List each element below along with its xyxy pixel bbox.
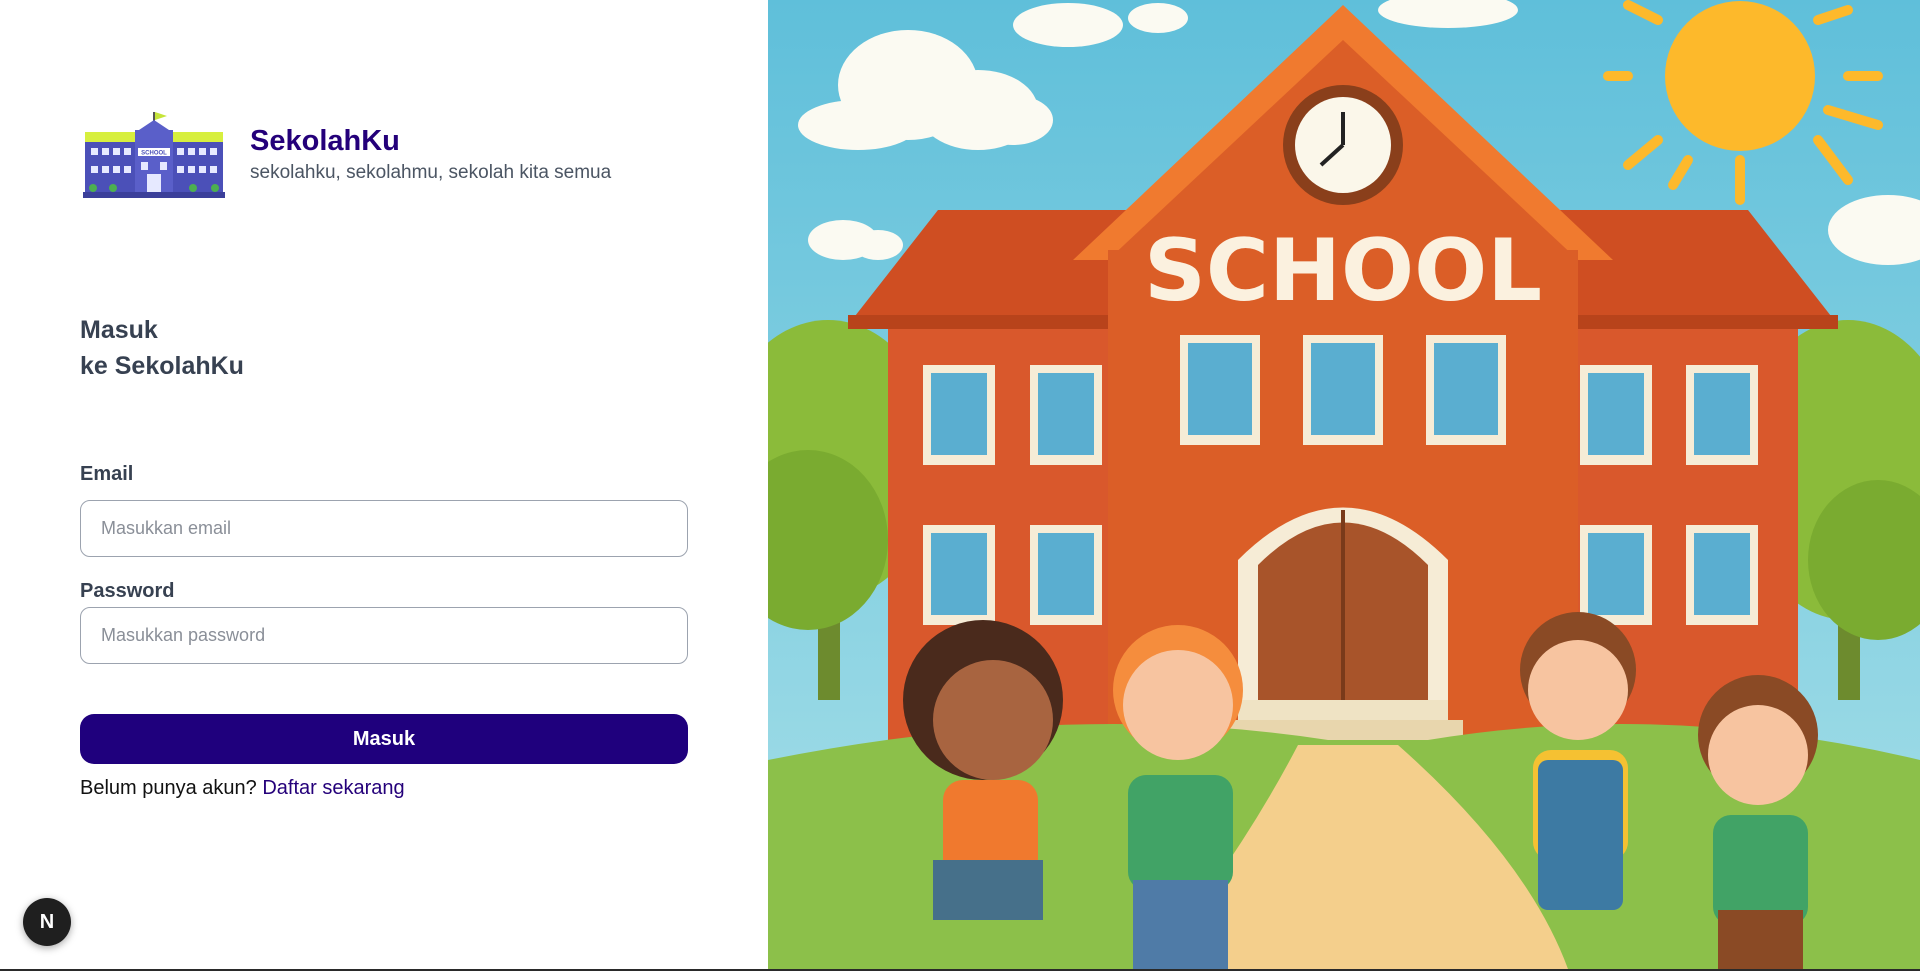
- school-logo-icon: SCHOOL: [83, 108, 225, 200]
- school-sign-text: SCHOOL: [1144, 221, 1542, 321]
- password-field[interactable]: [80, 607, 688, 664]
- signup-prompt-text: Belum punya akun?: [80, 777, 257, 799]
- brand-name: SekolahKu: [250, 125, 400, 157]
- login-button[interactable]: Masuk: [80, 714, 688, 764]
- signup-prompt: Belum punya akun? Daftar sekarang: [80, 777, 405, 800]
- brand-text: SekolahKu sekolahku, sekolahmu, sekolah …: [250, 124, 611, 184]
- password-label: Password: [80, 580, 175, 602]
- email-label: Email: [80, 463, 134, 485]
- page-title-line-2: ke SekolahKu: [80, 352, 244, 380]
- page-title: Masuk ke SekolahKu: [80, 312, 244, 384]
- brand-header: SCHOOL SekolahKu sekolahku, sekolahmu, s…: [83, 108, 611, 200]
- email-field[interactable]: [80, 500, 688, 557]
- nextjs-logo-icon: N: [39, 910, 55, 933]
- signup-link[interactable]: Daftar sekarang: [262, 777, 404, 799]
- brand-tagline: sekolahku, sekolahmu, sekolah kita semua: [250, 162, 612, 183]
- page-title-line-1: Masuk: [80, 316, 158, 344]
- logo-sign-text: SCHOOL: [141, 151, 167, 157]
- login-panel: SCHOOL SekolahKu sekolahku, sekolahmu, s…: [0, 0, 768, 969]
- nextjs-dev-badge[interactable]: N: [23, 898, 71, 946]
- school-illustration: SCHOOL: [768, 0, 1920, 969]
